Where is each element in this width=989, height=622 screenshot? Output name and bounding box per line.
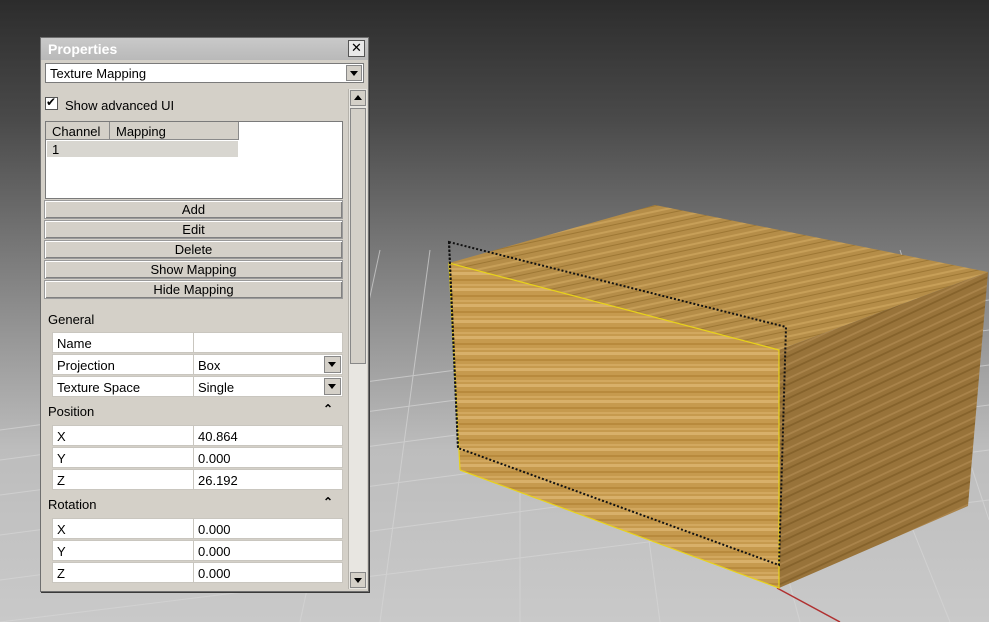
divider bbox=[193, 448, 194, 467]
edit-button[interactable]: Edit bbox=[44, 220, 343, 239]
delete-button[interactable]: Delete bbox=[44, 240, 343, 259]
property-key: Z bbox=[57, 566, 65, 581]
divider bbox=[193, 563, 194, 582]
property-value[interactable]: Box bbox=[198, 358, 220, 373]
property-row-name[interactable]: Name bbox=[52, 332, 343, 353]
divider bbox=[193, 426, 194, 445]
add-button[interactable]: Add bbox=[44, 200, 343, 219]
show-advanced-label: Show advanced UI bbox=[65, 98, 175, 113]
wood-box[interactable] bbox=[448, 205, 988, 589]
property-key: Y bbox=[57, 451, 66, 466]
x-axis-line bbox=[776, 587, 841, 622]
section-rotation: Rotation bbox=[48, 497, 97, 512]
property-value[interactable]: 0.000 bbox=[198, 451, 231, 466]
close-icon[interactable]: ✕ bbox=[348, 40, 365, 57]
property-value[interactable]: Single bbox=[198, 380, 234, 395]
show-advanced-checkbox[interactable] bbox=[45, 95, 58, 110]
property-row-rotation-y[interactable]: Y 0.000 bbox=[52, 540, 343, 561]
property-row-projection[interactable]: Projection Box bbox=[52, 354, 343, 375]
channel-list[interactable]: Channel Mapping 1 bbox=[45, 121, 343, 199]
mode-select-value: Texture Mapping bbox=[50, 66, 147, 81]
divider bbox=[193, 377, 194, 396]
divider bbox=[193, 333, 194, 352]
properties-panel: Properties ✕ Texture Mapping Show advanc… bbox=[40, 37, 369, 592]
property-row-rotation-x[interactable]: X 0.000 bbox=[52, 518, 343, 539]
list-item[interactable]: 1 bbox=[47, 141, 238, 157]
mode-select[interactable]: Texture Mapping bbox=[45, 63, 364, 83]
property-row-texture-space[interactable]: Texture Space Single bbox=[52, 376, 343, 397]
column-header-channel[interactable]: Channel bbox=[46, 122, 110, 140]
collapse-chevron-icon[interactable]: ⌃ bbox=[323, 495, 333, 509]
panel-title: Properties bbox=[48, 41, 118, 57]
property-row-position-x[interactable]: X 40.864 bbox=[52, 425, 343, 446]
property-key: Y bbox=[57, 544, 66, 559]
divider bbox=[193, 355, 194, 374]
vertical-scrollbar[interactable] bbox=[348, 89, 367, 589]
section-general: General bbox=[48, 312, 95, 327]
property-row-position-y[interactable]: Y 0.000 bbox=[52, 447, 343, 468]
property-key: Texture Space bbox=[57, 380, 141, 395]
property-key: Projection bbox=[57, 358, 115, 373]
dropdown-arrow-icon[interactable] bbox=[324, 378, 341, 395]
scroll-thumb[interactable] bbox=[350, 108, 366, 364]
property-value[interactable]: 0.000 bbox=[198, 544, 231, 559]
scroll-up-icon[interactable] bbox=[350, 90, 366, 106]
scroll-down-icon[interactable] bbox=[350, 572, 366, 588]
property-value[interactable]: 0.000 bbox=[198, 566, 231, 581]
property-value[interactable]: 0.000 bbox=[198, 522, 231, 537]
dropdown-arrow-icon[interactable] bbox=[324, 356, 341, 373]
title-bar[interactable]: Properties ✕ bbox=[41, 38, 368, 60]
property-value[interactable]: 40.864 bbox=[198, 429, 238, 444]
collapse-chevron-icon[interactable]: ⌃ bbox=[323, 402, 333, 416]
property-key: Name bbox=[57, 336, 92, 351]
divider bbox=[193, 470, 194, 489]
property-row-position-z[interactable]: Z 26.192 bbox=[52, 469, 343, 490]
section-position: Position bbox=[48, 404, 95, 419]
hide-mapping-button[interactable]: Hide Mapping bbox=[44, 280, 343, 299]
property-row-rotation-z[interactable]: Z 0.000 bbox=[52, 562, 343, 583]
property-key: Z bbox=[57, 473, 65, 488]
property-key: X bbox=[57, 522, 66, 537]
property-key: X bbox=[57, 429, 66, 444]
column-header-mapping[interactable]: Mapping bbox=[110, 122, 239, 140]
divider bbox=[193, 519, 194, 538]
divider bbox=[193, 541, 194, 560]
show-mapping-button[interactable]: Show Mapping bbox=[44, 260, 343, 279]
property-value[interactable]: 26.192 bbox=[198, 473, 238, 488]
channel-cell: 1 bbox=[52, 142, 60, 157]
dropdown-arrow-icon[interactable] bbox=[346, 65, 362, 81]
